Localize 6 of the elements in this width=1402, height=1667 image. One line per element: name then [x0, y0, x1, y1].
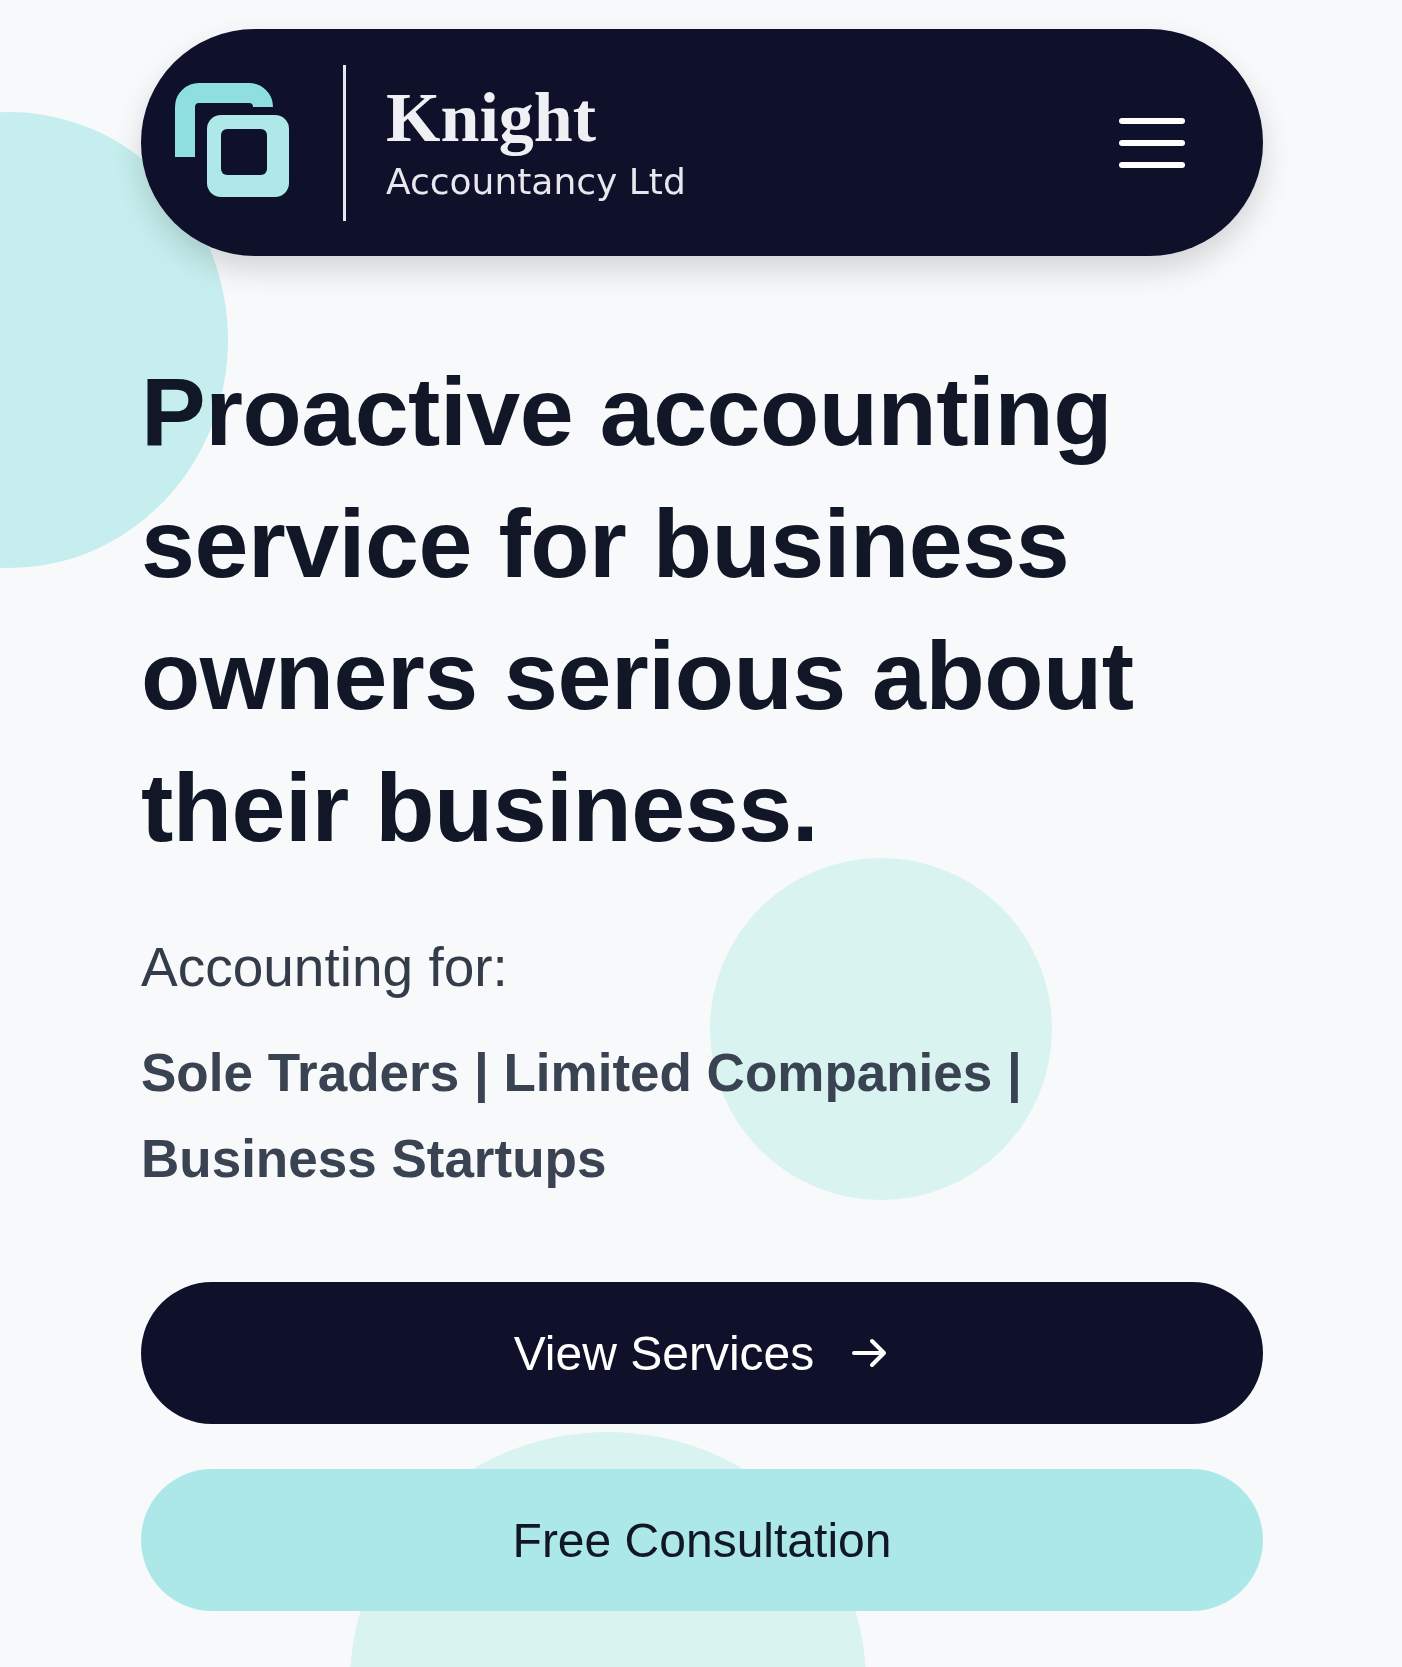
intro-text: Accounting for: — [141, 935, 509, 1000]
view-button[interactable]: View Services — [141, 1282, 1263, 1424]
headline: Proactive accounting service for business owners serious about their business. — [141, 356, 1135, 864]
consultation-button[interactable]: Free Consultation — [141, 1469, 1263, 1611]
brand-subtitle: Accountancy Ltd — [386, 161, 686, 202]
audience-list: Sole Traders | Limited Companies | Business Startups — [141, 1030, 1141, 1202]
